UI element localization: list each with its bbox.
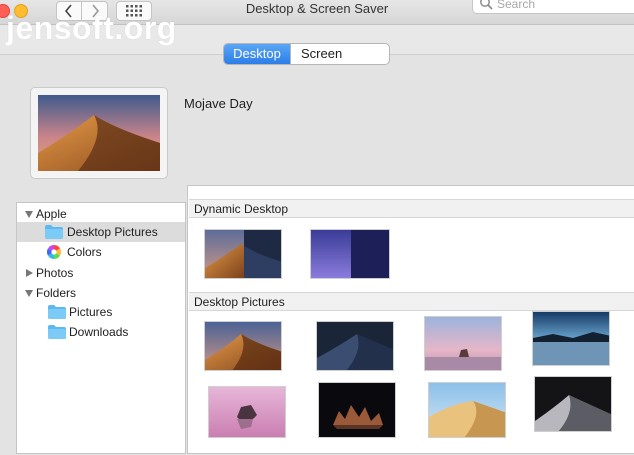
search-placeholder: Search <box>497 0 536 11</box>
sidebar-item-label: Apple <box>36 207 67 221</box>
wallpaper-thumbnail[interactable] <box>316 321 394 371</box>
current-wallpaper-preview <box>30 87 168 179</box>
sidebar-item-label: Photos <box>36 266 74 280</box>
sidebar-item-label: Downloads <box>69 325 129 339</box>
wallpaper-thumbnail[interactable] <box>204 321 282 371</box>
wallpaper-thumbnail[interactable] <box>532 311 610 366</box>
wallpaper-thumbnail[interactable] <box>318 382 396 438</box>
sidebar-item-label: Colors <box>67 245 102 259</box>
section-header-dynamic-desktop: Dynamic Desktop <box>189 199 634 218</box>
sidebar-item-label: Pictures <box>69 305 113 319</box>
sidebar-group-folders[interactable]: Folders <box>17 283 185 303</box>
wallpaper-thumbnail[interactable] <box>204 229 282 279</box>
sidebar-item-desktop-pictures[interactable]: Desktop Pictures <box>17 222 185 242</box>
sidebar-item-label: Folders <box>36 286 77 300</box>
wallpaper-thumbnail[interactable] <box>428 382 506 438</box>
sidebar-item-downloads[interactable]: Downloads <box>17 322 185 342</box>
source-list: Apple Desktop Pictures Colors Photos Fol… <box>16 202 186 454</box>
folder-icon <box>48 325 66 339</box>
wallpaper-collection: Dynamic Desktop Desktop Pictures <box>187 185 634 454</box>
sidebar-item-label: Desktop Pictures <box>67 225 158 239</box>
wallpaper-thumbnail[interactable] <box>310 229 390 279</box>
sidebar-item-colors[interactable]: Colors <box>17 242 185 262</box>
tab-segmented-control: Desktop Screen Saver <box>223 43 390 65</box>
tab-screen-saver[interactable]: Screen Saver <box>290 44 389 64</box>
folder-icon <box>48 305 66 319</box>
folder-icon <box>45 225 63 239</box>
sidebar-item-pictures[interactable]: Pictures <box>17 302 185 322</box>
search-icon <box>480 0 493 10</box>
sidebar-group-apple[interactable]: Apple <box>17 204 185 224</box>
wallpaper-thumbnail[interactable] <box>534 376 612 432</box>
wallpaper-thumbnail[interactable] <box>424 316 502 371</box>
disclosure-down-icon <box>25 211 33 218</box>
tab-desktop[interactable]: Desktop <box>224 44 290 64</box>
disclosure-down-icon <box>25 290 33 297</box>
watermark-text: jensoft.org <box>6 10 177 46</box>
disclosure-right-icon <box>26 269 33 277</box>
search-field[interactable]: Search <box>472 0 634 14</box>
color-wheel-icon <box>47 245 61 259</box>
mojave-day-image <box>38 95 160 171</box>
sidebar-group-photos[interactable]: Photos <box>17 263 185 283</box>
section-header-desktop-pictures: Desktop Pictures <box>189 292 634 311</box>
current-wallpaper-name: Mojave Day <box>184 96 253 111</box>
wallpaper-thumbnail[interactable] <box>208 386 286 438</box>
